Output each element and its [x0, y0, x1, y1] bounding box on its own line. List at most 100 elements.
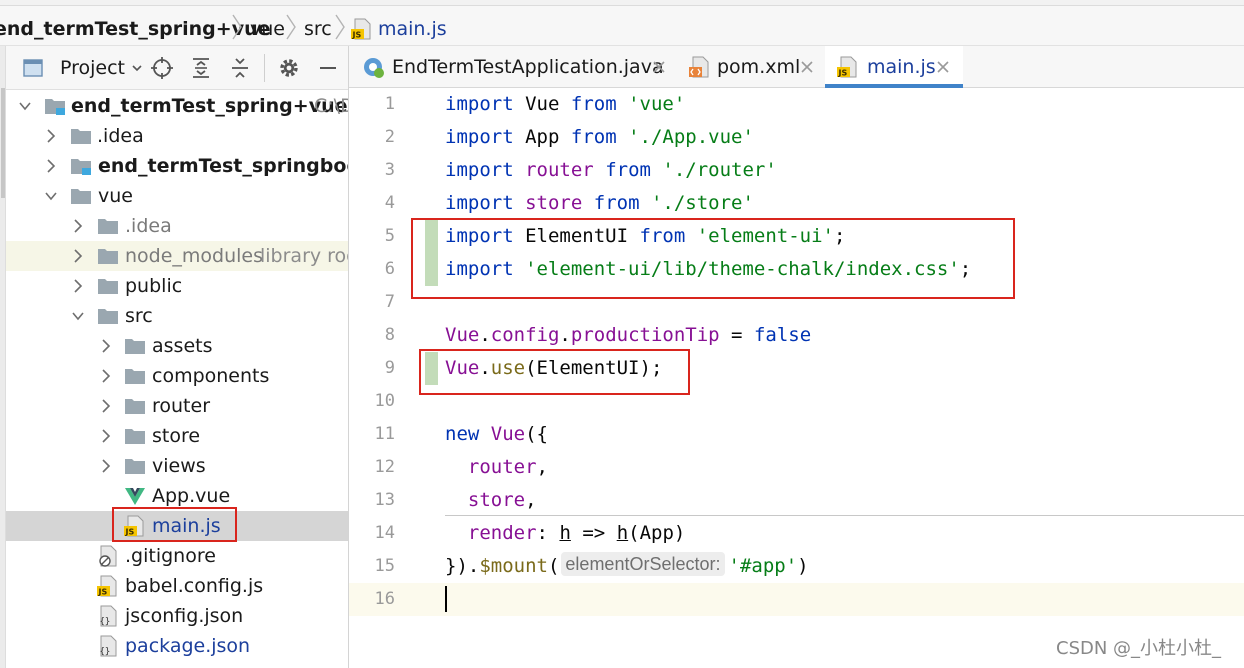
svg-text:{}: {} — [100, 617, 111, 627]
breadcrumb-src[interactable]: src — [304, 17, 332, 41]
project-panel-title[interactable]: Project — [60, 56, 125, 80]
tree-item-store[interactable]: store — [6, 421, 348, 451]
tree-item-router[interactable]: router — [6, 391, 348, 421]
folder-icon — [97, 215, 119, 237]
project-tool-window: Project end_termTest_spring+vue C:\D .id… — [0, 46, 349, 668]
js-file-icon: JS — [837, 56, 859, 78]
tool-window-stripe — [0, 46, 6, 668]
tree-item-vue-idea[interactable]: .idea — [6, 211, 348, 241]
code-editor[interactable]: 1 2 3 4 5 6 7 8 9 10 11 12 13 14 15 16 i… — [349, 88, 1244, 668]
tab-endtermtestapplication-java[interactable]: EndTermTestApplication.java — [349, 46, 679, 88]
tab-label: EndTermTestApplication.java — [392, 56, 664, 78]
method-separator — [445, 515, 1244, 516]
tree-item-label: App.vue — [152, 485, 231, 507]
line-number: 3 — [384, 160, 395, 180]
tree-item-project-root[interactable]: end_termTest_spring+vue C:\D — [6, 91, 348, 121]
folder-icon — [124, 395, 146, 417]
line-number: 4 — [384, 193, 395, 213]
line-number: 9 — [384, 358, 395, 378]
breadcrumb-vue[interactable]: vue — [250, 17, 285, 41]
tree-item-node-modules[interactable]: node_modules library roo — [6, 241, 348, 271]
tree-item-label: jsconfig.json — [125, 605, 244, 627]
collapse-all-icon[interactable] — [227, 55, 253, 81]
tree-item-label: src — [125, 305, 153, 327]
expand-all-icon[interactable] — [188, 55, 214, 81]
close-icon[interactable] — [651, 59, 667, 75]
tree-item-public[interactable]: public — [6, 271, 348, 301]
line-number: 1 — [384, 94, 395, 114]
svg-text:{}: {} — [100, 647, 111, 657]
highlight-box-elementui-import — [411, 218, 1015, 299]
close-icon[interactable] — [935, 59, 951, 75]
editor-tab-bar: EndTermTestApplication.java pom.xml JS m… — [349, 46, 1244, 88]
tab-pom-xml[interactable]: pom.xml — [679, 46, 825, 88]
vue-file-icon — [124, 485, 146, 507]
chevron-down-icon[interactable] — [44, 188, 58, 204]
folder-icon — [124, 425, 146, 447]
tree-item-views[interactable]: views — [6, 451, 348, 481]
tree-item-idea[interactable]: .idea — [6, 121, 348, 151]
tree-item-label: vue — [98, 185, 133, 207]
locate-file-icon[interactable] — [149, 55, 175, 81]
chevron-down-icon[interactable] — [124, 55, 142, 81]
chevron-down-icon[interactable] — [71, 308, 85, 324]
tab-main-js[interactable]: JS main.js — [825, 46, 963, 88]
code-line: import App from './App.vue' — [445, 126, 754, 148]
code-line: router, — [467, 456, 548, 478]
module-folder-icon — [70, 155, 92, 177]
tree-item-src[interactable]: src — [6, 301, 348, 331]
tree-item-jsconfig[interactable]: {} jsconfig.json — [6, 601, 348, 631]
folder-icon — [97, 275, 119, 297]
chevron-right-icon[interactable] — [71, 278, 85, 294]
tree-item-gitignore[interactable]: .gitignore — [6, 541, 348, 571]
chevron-right-icon[interactable] — [71, 248, 85, 264]
minimize-icon[interactable] — [315, 55, 341, 81]
chevron-right-icon[interactable] — [99, 338, 113, 354]
tree-item-label: .idea — [125, 215, 172, 237]
module-folder-icon — [44, 95, 66, 117]
chevron-right-icon[interactable] — [99, 458, 113, 474]
chevron-right-icon[interactable] — [71, 218, 85, 234]
close-icon[interactable] — [799, 59, 815, 75]
watermark: CSDN @_小杜小杜_ — [1056, 638, 1222, 659]
tree-item-label: end_termTest_spring+vue — [71, 95, 348, 117]
tree-item-springboot-module[interactable]: end_termTest_springboot — [6, 151, 349, 181]
chevron-right-icon[interactable] — [99, 368, 113, 384]
tree-item-babel-config[interactable]: JS babel.config.js — [6, 571, 348, 601]
spring-java-icon — [363, 56, 385, 78]
tree-item-package-json[interactable]: {} package.json — [6, 631, 348, 661]
chevron-right-icon[interactable] — [44, 158, 58, 174]
line-number: 8 — [384, 325, 395, 345]
parameter-hint: elementOrSelector: — [561, 552, 725, 576]
code-line: import store from './store' — [445, 192, 754, 214]
tree-item-vue[interactable]: vue — [6, 181, 348, 211]
tree-item-label: public — [125, 275, 183, 297]
tree-item-assets[interactable]: assets — [6, 331, 348, 361]
tree-item-label: end_termTest_springboot — [98, 155, 349, 177]
chevron-right-icon[interactable] — [44, 128, 58, 144]
code-line: store, — [467, 489, 537, 511]
tab-label: main.js — [867, 56, 936, 78]
line-number: 11 — [374, 424, 395, 444]
line-number: 7 — [384, 292, 395, 312]
gear-icon[interactable] — [276, 55, 302, 81]
tree-item-label: .idea — [97, 125, 144, 147]
tree-item-components[interactable]: components — [6, 361, 348, 391]
tree-item-label: node_modules — [125, 245, 264, 267]
chevron-right-icon[interactable] — [99, 428, 113, 444]
line-number: 6 — [384, 259, 395, 279]
breadcrumb-file[interactable]: main.js — [378, 17, 447, 41]
stripe-scroll-thumb[interactable] — [1, 88, 5, 198]
breadcrumb-project[interactable]: end_termTest_spring+vue — [0, 17, 271, 41]
chevron-down-icon[interactable] — [18, 98, 32, 114]
code-line: Vue.config.productionTip = false — [445, 324, 812, 346]
line-number: 15 — [374, 556, 395, 576]
folder-icon — [70, 125, 92, 147]
breadcrumb: end_termTest_spring+vue vue src JS main.… — [0, 0, 1244, 46]
tree-item-label: views — [152, 455, 206, 477]
json-file-icon: {} — [97, 635, 119, 657]
code-line: import router from './router' — [445, 159, 777, 181]
tree-item-label: .gitignore — [125, 545, 216, 567]
breadcrumb-separator-icon — [231, 13, 243, 41]
chevron-right-icon[interactable] — [99, 398, 113, 414]
